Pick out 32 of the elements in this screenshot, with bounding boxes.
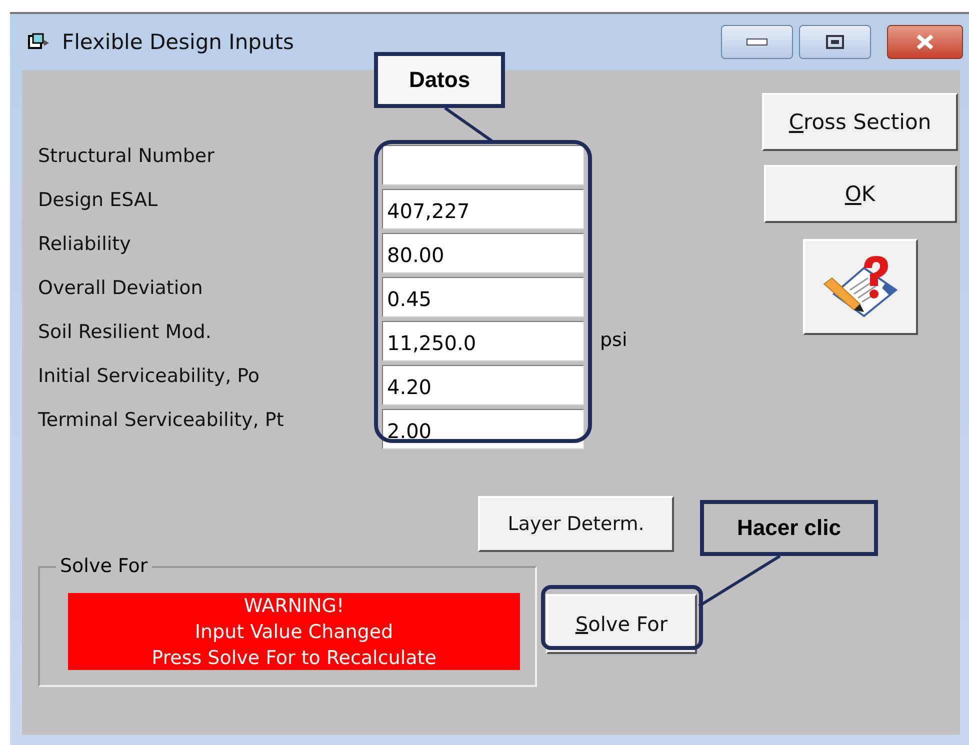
callout-box: Hacer clic [700,500,878,556]
field-label: Reliability [38,233,132,255]
help-button[interactable] [802,239,918,335]
input-field[interactable]: 407,227 [382,189,584,229]
leader-line [444,106,493,142]
input-field[interactable]: 80.00 [382,233,584,273]
field-label: Design ESAL [38,189,159,211]
solve-for-button[interactable]: Solve For [546,594,697,654]
field-label: Initial Serviceability, Po [38,365,261,387]
field-label: Soil Resilient Mod. [38,321,212,343]
input-field[interactable]: 2.00 [382,409,584,449]
close-icon [914,34,936,50]
input-field[interactable]: 11,250.0 [382,321,584,361]
window-icon [28,33,50,51]
close-button[interactable] [887,25,963,59]
maximize-button[interactable] [799,25,871,59]
minimize-button[interactable] [721,25,793,59]
callout-box: Datos [374,52,505,108]
unit-label: psi [600,329,628,351]
dialog-button[interactable]: OK [764,165,956,223]
window-title: Flexible Design Inputs [62,30,294,54]
layer-determ-button[interactable]: Layer Determ. [478,496,674,552]
input-field[interactable] [382,145,584,185]
field-label: Overall Deviation [38,277,204,299]
input-field[interactable]: 0.45 [382,277,584,317]
minimize-icon [746,38,768,46]
input-field[interactable]: 4.20 [382,365,584,405]
field-label: Terminal Serviceability, Pt [38,409,285,431]
warning-message: WARNING! Input Value Changed Press Solve For to Recalculate [68,593,520,670]
maximize-icon [825,34,845,50]
field-label: Structural Number [38,145,216,167]
dialog-button[interactable]: Cross Section [762,93,958,151]
